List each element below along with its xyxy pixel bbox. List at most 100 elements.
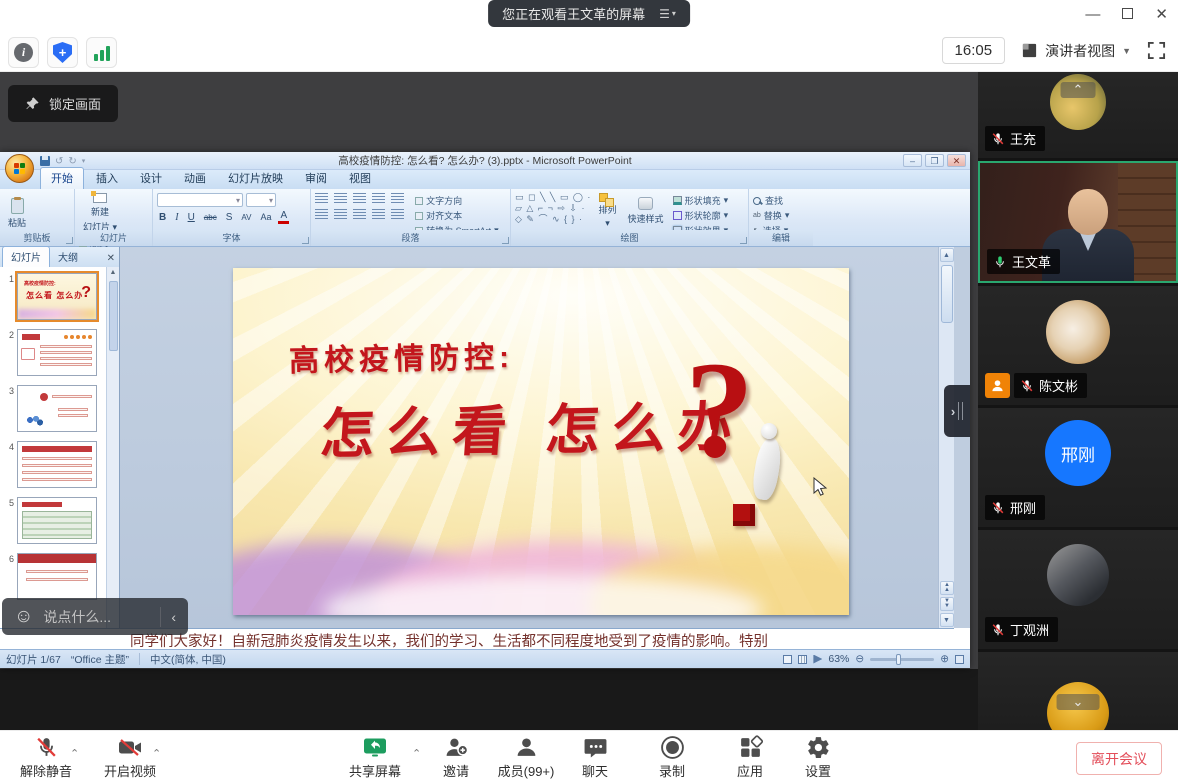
shape-fill-button[interactable]: 形状填充 ▾ xyxy=(673,194,729,207)
redo-icon[interactable]: ↻ xyxy=(68,156,76,167)
shape-outline-button[interactable]: 形状轮廓 ▾ xyxy=(673,209,729,222)
current-slide[interactable]: 高校疫情防控: 怎么看 怎么办 ? xyxy=(233,268,849,615)
normal-view-icon[interactable] xyxy=(783,655,792,664)
slide-thumb-2[interactable]: 2 xyxy=(4,329,106,376)
new-slide-button[interactable]: 新建幻灯片 ▾ xyxy=(79,192,121,234)
font-color-button[interactable]: A xyxy=(278,210,289,224)
shapes-gallery[interactable]: ▭ ◻ ╲ ╲ ▭ ◯ ·▱ △ ⌐ ¬ ⇨ ⇩ ·◇ ✎ ⌒ ∿ { } · xyxy=(515,192,591,225)
font-name-select[interactable]: ▾ xyxy=(157,193,243,207)
char-spacing-button[interactable]: AV xyxy=(239,213,253,222)
undo-icon[interactable]: ↺ xyxy=(55,156,63,167)
underline-button[interactable]: U xyxy=(186,212,197,223)
security-button[interactable]: + xyxy=(47,37,78,68)
tab-design[interactable]: 设计 xyxy=(130,168,172,189)
collapse-chat-icon[interactable]: ‹ xyxy=(171,609,176,625)
view-mode-dropdown[interactable]: 演讲者视图 ▼ xyxy=(1021,41,1131,61)
italic-button[interactable]: I xyxy=(173,212,180,223)
participant-tile-dingguanzhou[interactable]: 丁观洲 xyxy=(978,530,1178,649)
tab-view[interactable]: 视图 xyxy=(339,168,381,189)
share-screen-button[interactable]: 共享屏幕 xyxy=(333,731,417,780)
indent-decrease-icon[interactable] xyxy=(353,193,366,203)
video-panel-handle[interactable]: › xyxy=(944,385,970,437)
banner-menu-icon[interactable]: ☰▾ xyxy=(659,7,676,21)
office-button[interactable] xyxy=(5,154,34,183)
columns-icon[interactable] xyxy=(391,209,404,219)
participant-tile-xinggang[interactable]: 邢刚 邢刚 xyxy=(978,408,1178,527)
notes-text[interactable]: 同学们大家好！自新冠肺炎疫情发生以来，我们的学习、生活都不同程度地受到了疫情的影… xyxy=(120,628,954,649)
replace-button[interactable]: ab替换 ▾ xyxy=(753,209,789,222)
lock-screen-button[interactable]: 锁定画面 xyxy=(8,85,118,122)
mic-options-chevron[interactable]: ⌃ xyxy=(70,747,79,760)
participant-tile-more[interactable]: ⌄ xyxy=(978,652,1178,730)
bold-button[interactable]: B xyxy=(157,212,168,223)
zoom-out-icon[interactable]: ⊖ xyxy=(855,653,864,665)
align-right-icon[interactable] xyxy=(353,209,366,219)
text-direction-button[interactable]: 文字方向 xyxy=(415,194,499,207)
fit-window-icon[interactable] xyxy=(955,655,964,664)
pane-tab-outline[interactable]: 大纲 xyxy=(50,247,86,267)
align-left-icon[interactable] xyxy=(315,209,328,219)
tab-slideshow[interactable]: 幻灯片放映 xyxy=(218,168,293,189)
participant-tile-chenwenbin[interactable]: 陈文彬 xyxy=(978,286,1178,405)
pane-close-icon[interactable]: ✕ xyxy=(107,253,115,264)
settings-button[interactable]: 设置 xyxy=(776,731,860,780)
indent-increase-icon[interactable] xyxy=(372,193,385,203)
maximize-button[interactable] xyxy=(1122,4,1133,26)
tab-animations[interactable]: 动画 xyxy=(174,168,216,189)
paste-button[interactable]: 粘贴 xyxy=(4,192,30,234)
align-center-icon[interactable] xyxy=(334,209,347,219)
tab-insert[interactable]: 插入 xyxy=(86,168,128,189)
participant-tile-wangwenge[interactable]: 王文革 xyxy=(978,161,1178,283)
slide-scrollbar[interactable]: ▲ ▲▲ ▼▼ ▼ xyxy=(938,247,954,628)
tab-review[interactable]: 审阅 xyxy=(295,168,337,189)
ppt-restore-button[interactable]: ❐ xyxy=(925,154,944,167)
chat-placeholder[interactable]: 说点什么... xyxy=(43,607,160,627)
arrange-button[interactable]: 排列 ▾ xyxy=(594,192,620,230)
ribbon: 粘贴 ✂剪切 复制 格式刷 剪贴板 新建幻灯片 ▾ 版式 ▾ 重设 删除 xyxy=(0,189,970,247)
tab-home[interactable]: 开始 xyxy=(40,167,84,189)
record-button[interactable]: 录制 xyxy=(630,731,714,780)
network-status-button[interactable] xyxy=(86,37,117,68)
scroll-down-button[interactable]: ⌄ xyxy=(1057,694,1100,710)
muted-mic-icon xyxy=(1020,379,1034,393)
slide-thumb-6[interactable]: 6 xyxy=(4,553,106,600)
shadow-button[interactable]: S xyxy=(224,212,235,223)
chat-button[interactable]: 聊天 xyxy=(553,731,637,780)
active-mic-icon xyxy=(993,255,1007,269)
align-text-button[interactable]: 对齐文本 xyxy=(415,209,499,222)
slide-thumb-4[interactable]: 4 xyxy=(4,441,106,488)
minimize-button[interactable]: — xyxy=(1085,4,1100,26)
pane-scrollbar[interactable]: ▲ xyxy=(106,267,119,628)
pane-tab-slides[interactable]: 幻灯片 xyxy=(2,246,50,267)
slide-thumb-1[interactable]: 1 高校疫情防控: 怎么看 怎么办 ? xyxy=(4,273,106,320)
chat-quick-bar[interactable]: ☺ 说点什么... ‹ xyxy=(2,598,188,635)
find-button[interactable]: 查找 xyxy=(753,194,789,207)
ppt-minimize-button[interactable]: – xyxy=(903,154,922,167)
zoom-slider[interactable] xyxy=(870,658,934,661)
leave-meeting-button[interactable]: 离开会议 xyxy=(1076,742,1162,775)
slideshow-view-icon[interactable] xyxy=(813,655,822,664)
sorter-view-icon[interactable] xyxy=(798,655,807,664)
fullscreen-icon[interactable] xyxy=(1147,41,1166,60)
slide-thumb-5[interactable]: 5 xyxy=(4,497,106,544)
scroll-up-button[interactable]: ⌃ xyxy=(1061,82,1096,98)
font-size-select[interactable]: ▾ xyxy=(246,193,276,207)
change-case-button[interactable]: Aa xyxy=(258,212,273,222)
strikethrough-button[interactable]: abc xyxy=(202,213,219,222)
participant-tile-wangchong[interactable]: ⌃ 王充 xyxy=(978,72,1178,158)
justify-icon[interactable] xyxy=(372,209,385,219)
bullets-icon[interactable] xyxy=(315,193,328,203)
meeting-info-button[interactable]: i xyxy=(8,37,39,68)
ppt-close-button[interactable]: ✕ xyxy=(947,154,966,167)
numbering-icon[interactable] xyxy=(334,193,347,203)
close-button[interactable]: ✕ xyxy=(1155,4,1168,26)
watching-banner[interactable]: 您正在观看王文革的屏幕 ☰▾ xyxy=(488,0,690,27)
quick-styles-button[interactable]: 快速样式 xyxy=(624,192,668,230)
save-icon[interactable] xyxy=(40,156,50,166)
video-options-chevron[interactable]: ⌃ xyxy=(152,747,161,760)
qat-dropdown-icon[interactable]: ▾ xyxy=(82,157,86,165)
zoom-in-icon[interactable]: ⊕ xyxy=(940,653,949,665)
emoji-icon[interactable]: ☺ xyxy=(14,606,33,628)
slide-thumb-3[interactable]: 3 xyxy=(4,385,106,432)
line-spacing-icon[interactable] xyxy=(391,193,404,203)
